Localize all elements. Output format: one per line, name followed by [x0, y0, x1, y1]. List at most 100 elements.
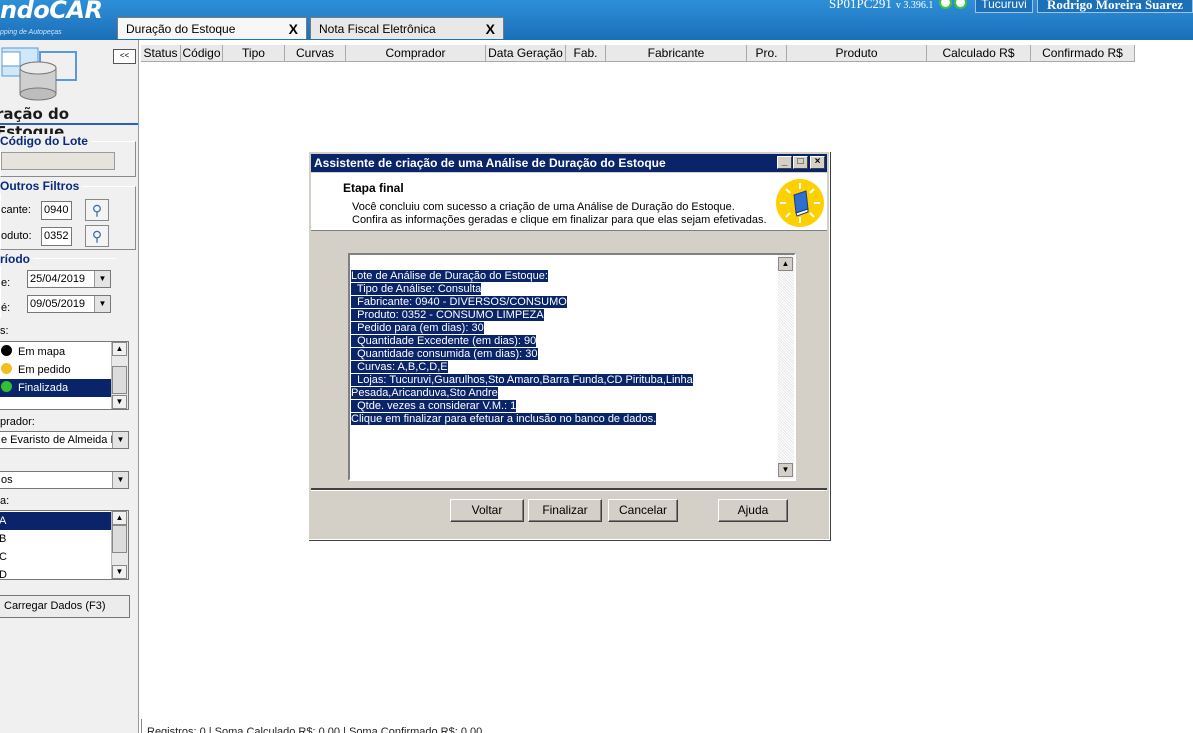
- scroll-up-icon[interactable]: ▲: [112, 342, 127, 356]
- green-status-icon: [1, 381, 12, 392]
- status-label: s:: [0, 325, 9, 337]
- cancel-button[interactable]: Cancelar: [608, 499, 678, 522]
- status-bar: Registros: 0 | Soma Calculado R$: 0,00 |…: [141, 719, 1193, 733]
- from-label: e:: [1, 277, 11, 289]
- search-manufacturer-button[interactable]: ⚲: [85, 199, 109, 221]
- load-data-button[interactable]: Carregar Dados (F3): [0, 595, 130, 618]
- collapse-sidebar-button[interactable]: <<: [113, 49, 136, 64]
- column-header[interactable]: Fabricante: [606, 45, 747, 62]
- column-header[interactable]: Status: [141, 45, 181, 62]
- chevron-down-icon[interactable]: ▼: [112, 432, 128, 448]
- tab-nota-fiscal[interactable]: Nota Fiscal Eletrônica X: [310, 17, 504, 39]
- manufacturer-label: cante:: [1, 204, 31, 216]
- from-date-value: 25/04/2019: [30, 273, 86, 285]
- maximize-icon[interactable]: □: [793, 156, 808, 169]
- scroll-down-icon[interactable]: ▼: [112, 565, 127, 579]
- close-icon[interactable]: ×: [810, 156, 825, 169]
- black-status-icon: [1, 345, 12, 356]
- summary-line: Lote de Análise de Duração do Estoque:: [351, 270, 548, 282]
- yellow-status-icon: [1, 363, 12, 374]
- to-date-picker[interactable]: 09/05/2019 ▼: [27, 295, 111, 313]
- list-item[interactable]: D: [0, 566, 111, 579]
- wizard-book-icon: [776, 179, 824, 227]
- type-select[interactable]: os ▼: [0, 471, 129, 489]
- scroll-thumb[interactable]: [112, 366, 127, 394]
- scroll-thumb[interactable]: [112, 525, 127, 553]
- column-header[interactable]: Tipo: [223, 45, 285, 62]
- buyer-label: prador:: [0, 416, 35, 428]
- summary-line: Produto: 0352 - CONSUMO LIMPEZA: [351, 309, 544, 321]
- system-info: SP01PC291 v 3.396.1: [829, 0, 967, 12]
- summary-text: Lote de Análise de Duração do Estoque: T…: [351, 257, 693, 426]
- column-header[interactable]: Código: [181, 45, 223, 62]
- to-date-value: 09/05/2019: [30, 298, 86, 310]
- search-icon: ⚲: [91, 228, 103, 244]
- list-item[interactable]: Em pedido: [0, 361, 113, 379]
- summary-line: Lojas: Tucuruvi,Guarulhos,Sto Amaro,Barr…: [351, 374, 693, 386]
- scroll-down-icon[interactable]: ▼: [778, 463, 793, 477]
- summary-textbox[interactable]: Lote de Análise de Duração do Estoque: T…: [348, 253, 796, 481]
- summary-line: Pedido para (em dias): 30: [351, 322, 484, 334]
- back-button[interactable]: Voltar: [450, 499, 524, 522]
- scroll-down-icon[interactable]: ▼: [112, 395, 127, 409]
- summary-line: Quantidade consumida (em dias): 30: [351, 348, 538, 360]
- status-light-icon: [938, 0, 952, 9]
- summary-line: Pesada,Aricanduva,Sto Andre: [351, 387, 498, 399]
- period-group: ríodo e: 25/04/2019 ▼ é: 09/05/2019 ▼: [0, 252, 116, 318]
- column-header[interactable]: Fab.: [566, 45, 606, 62]
- curve-listbox[interactable]: A B C D ▲ ▼: [0, 510, 129, 580]
- store-button[interactable]: Tucuruvi: [975, 0, 1033, 13]
- close-icon[interactable]: X: [486, 18, 495, 40]
- list-item[interactable]: A: [0, 512, 111, 530]
- minimize-icon[interactable]: _: [777, 156, 792, 169]
- dialog-header: Etapa final Você concluiu com sucesso a …: [311, 173, 827, 231]
- dialog-title: Assistente de criação de uma Análise de …: [314, 156, 666, 170]
- column-header[interactable]: Pro.: [747, 45, 787, 62]
- summary-line: Quantidade Excedente (em dias): 90: [351, 335, 537, 347]
- close-icon[interactable]: X: [289, 18, 298, 40]
- tab-duracao-estoque[interactable]: Duração do Estoque X: [117, 17, 307, 39]
- from-date-picker[interactable]: 25/04/2019 ▼: [27, 270, 111, 288]
- finish-button[interactable]: Finalizar: [528, 499, 602, 522]
- list-item[interactable]: Em mapa: [0, 343, 113, 361]
- buyer-select[interactable]: e Evaristo de Almeida M ▼: [0, 431, 129, 449]
- scroll-up-icon[interactable]: ▲: [112, 511, 127, 525]
- scrollbar[interactable]: ▲ ▼: [778, 255, 794, 479]
- scrollbar[interactable]: ▲ ▼: [111, 511, 128, 579]
- summary-line: Curvas: A,B,C,D,E: [351, 361, 448, 373]
- list-item[interactable]: B: [0, 530, 111, 548]
- column-header[interactable]: Calculado R$: [927, 45, 1031, 62]
- product-input[interactable]: 0352: [41, 227, 72, 246]
- chevron-down-icon[interactable]: ▼: [112, 472, 128, 488]
- help-button[interactable]: Ajuda: [718, 499, 788, 522]
- list-item[interactable]: C: [0, 548, 111, 566]
- scrollbar[interactable]: ▲ ▼: [111, 342, 128, 409]
- column-header[interactable]: Produto: [787, 45, 927, 62]
- chevron-down-icon[interactable]: ▼: [94, 296, 110, 312]
- column-header[interactable]: Comprador: [346, 45, 486, 62]
- chevron-down-icon[interactable]: ▼: [94, 271, 110, 287]
- title-underline: [0, 123, 138, 125]
- divider: [311, 488, 827, 491]
- column-header[interactable]: Curvas: [285, 45, 346, 62]
- tab-label: Nota Fiscal Eletrônica: [319, 22, 436, 36]
- search-product-button[interactable]: ⚲: [85, 225, 109, 247]
- database-icon: [1, 47, 77, 101]
- status-listbox[interactable]: Em mapa Em pedido Finalizada ▲ ▼: [0, 341, 129, 410]
- filter-sidebar: << ração do Estoque Código do Lote Outro…: [0, 40, 139, 733]
- manufacturer-input[interactable]: 0940: [41, 201, 72, 220]
- lot-legend: Código do Lote: [0, 134, 91, 148]
- lot-code-field[interactable]: [1, 152, 115, 170]
- scroll-up-icon[interactable]: ▲: [778, 257, 793, 271]
- dialog-title-bar[interactable]: Assistente de criação de uma Análise de …: [311, 154, 827, 172]
- curve-label: a:: [0, 495, 10, 507]
- product-label: oduto:: [1, 230, 32, 242]
- station-name: SP01PC291: [829, 0, 892, 11]
- step-description: Você concluiu com sucesso a criação de u…: [352, 201, 767, 227]
- user-button[interactable]: Rodrigo Moreira Suarez: [1037, 0, 1193, 13]
- other-filters-group: Outros Filtros cante: 0940 ⚲ oduto: 0352…: [0, 179, 136, 250]
- column-header[interactable]: Data Geração: [486, 45, 566, 62]
- list-item[interactable]: Finalizada: [0, 379, 113, 397]
- summary-line: Clique em finalizar para efetuar a inclu…: [351, 413, 657, 425]
- column-header[interactable]: Confirmado R$: [1031, 45, 1135, 62]
